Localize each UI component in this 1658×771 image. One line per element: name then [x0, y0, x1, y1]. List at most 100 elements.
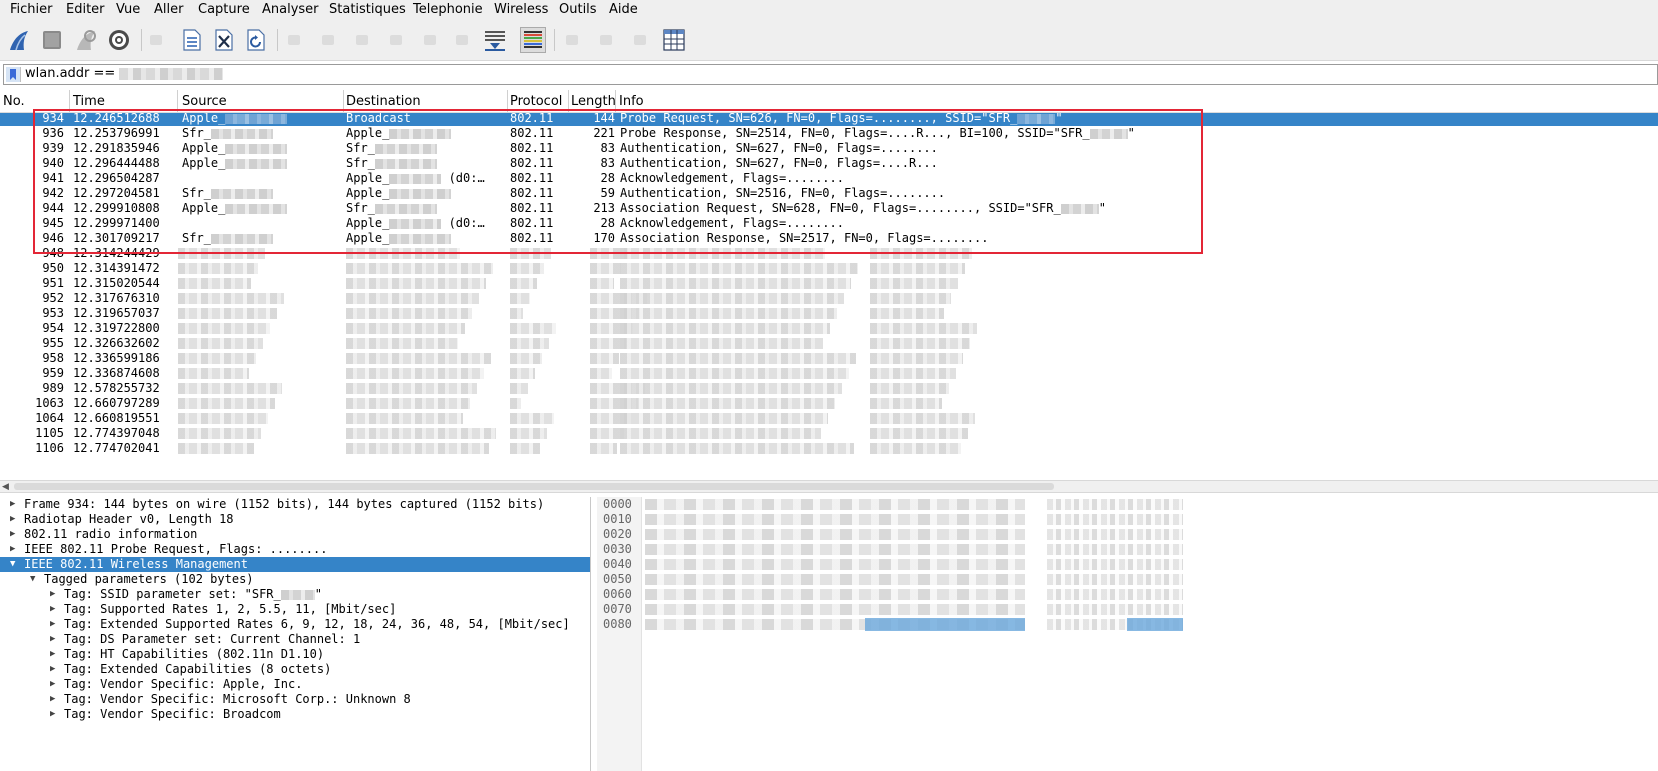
collapsed-arrow-icon[interactable]: ▶	[50, 602, 55, 617]
tree-item[interactable]: ▶ Tag: Extended Supported Rates 6, 9, 12,…	[0, 617, 590, 632]
bookmark-icon[interactable]	[6, 67, 21, 82]
packet-row[interactable]: 950 12.314391472	[0, 261, 1658, 276]
collapsed-arrow-icon[interactable]: ▶	[50, 617, 55, 632]
display-filter-input[interactable]: wlan.addr ==	[25, 66, 224, 81]
packet-number: 958	[42, 351, 64, 365]
tree-item[interactable]: ▶ Tag: Supported Rates 1, 2, 5.5, 11, [Mb…	[0, 602, 590, 617]
tree-item[interactable]: ▶ Tag: SSID parameter set: "SFR_ "	[0, 587, 590, 602]
packet-row[interactable]: 952 12.317676310	[0, 291, 1658, 306]
collapsed-arrow-icon[interactable]: ▶	[50, 632, 55, 647]
blurred-cell	[510, 428, 547, 439]
tree-item[interactable]: ▼ IEEE 802.11 Wireless Management	[0, 557, 590, 572]
collapsed-arrow-icon[interactable]: ▶	[50, 707, 55, 722]
display-filter-bar[interactable]: wlan.addr ==	[3, 64, 1658, 85]
packet-row[interactable]: 1064 12.660819551	[0, 411, 1658, 426]
expanded-arrow-icon[interactable]: ▼	[30, 572, 35, 587]
capture-options-icon[interactable]	[106, 27, 132, 53]
packet-row[interactable]: 1063 12.660797289	[0, 396, 1658, 411]
packet-bytes-pane[interactable]: 0000 0010 0020 0030 0040 0050 0060 0070 0080	[597, 497, 1658, 771]
collapsed-arrow-icon[interactable]: ▶	[50, 662, 55, 677]
disabled-zoom-out-icon	[600, 35, 612, 45]
auto-scroll-icon[interactable]	[482, 27, 508, 53]
tree-item[interactable]: ▶ Radiotap Header v0, Length 18	[0, 512, 590, 527]
collapsed-arrow-icon[interactable]: ▶	[10, 497, 15, 512]
tree-item[interactable]: ▶ Tag: DS Parameter set: Current Channel:…	[0, 632, 590, 647]
menu-telephonie[interactable]: Telephonie	[413, 2, 483, 17]
packet-row[interactable]: 953 12.319657037	[0, 306, 1658, 321]
collapsed-arrow-icon[interactable]: ▶	[50, 677, 55, 692]
bytes-row: 0050	[597, 572, 1658, 587]
packet-row[interactable]: 959 12.336874608	[0, 366, 1658, 381]
menu-outils[interactable]: Outils	[559, 2, 597, 17]
packet-row[interactable]: 958 12.336599186	[0, 351, 1658, 366]
blurred-cell	[346, 338, 458, 349]
packet-time: 12.660819551	[73, 411, 160, 425]
collapsed-arrow-icon[interactable]: ▶	[50, 647, 55, 662]
collapsed-arrow-icon[interactable]: ▶	[10, 527, 15, 542]
tree-item[interactable]: ▶ 802.11 radio information	[0, 527, 590, 542]
menu-editer[interactable]: Editer	[66, 2, 105, 17]
blurred-cell	[870, 428, 968, 439]
menu-wireless[interactable]: Wireless	[494, 2, 548, 17]
expanded-arrow-icon[interactable]: ▼	[10, 557, 15, 572]
collapsed-arrow-icon[interactable]: ▶	[50, 587, 55, 602]
tree-item[interactable]: ▶ Tag: Vendor Specific: Broadcom	[0, 707, 590, 722]
hex-bytes	[645, 529, 1025, 540]
menu-vue[interactable]: Vue	[116, 2, 140, 17]
resize-columns-icon[interactable]	[661, 27, 687, 53]
column-header-source[interactable]: Source	[182, 94, 227, 109]
ascii-bytes	[1047, 544, 1183, 555]
menu-statistiques[interactable]: Statistiques	[329, 2, 406, 17]
packet-row[interactable]: 951 12.315020544	[0, 276, 1658, 291]
tree-item[interactable]: ▶ Tag: Vendor Specific: Microsoft Corp.: …	[0, 692, 590, 707]
byte-offset: 0020	[603, 527, 632, 541]
stop-capture-icon[interactable]	[39, 27, 65, 53]
scroll-left-arrow-icon[interactable]: ◀	[2, 482, 9, 492]
column-header-time[interactable]: Time	[73, 94, 105, 109]
column-header-protocol[interactable]: Protocol	[510, 94, 562, 109]
tree-item[interactable]: ▶ Frame 934: 144 bytes on wire (1152 bits…	[0, 497, 590, 512]
blurred-cell	[870, 443, 961, 454]
disabled-first-icon	[424, 35, 436, 45]
reload-file-icon[interactable]	[243, 27, 269, 53]
shark-fin-start-icon[interactable]	[6, 27, 32, 53]
menu-fichier[interactable]: Fichier	[10, 2, 53, 17]
tree-item[interactable]: ▶ Tag: HT Capabilities (802.11n D1.10)	[0, 647, 590, 662]
packet-row[interactable]: 989 12.578255732	[0, 381, 1658, 396]
colorize-icon[interactable]	[520, 27, 546, 53]
tree-item[interactable]: ▶ Tag: Vendor Specific: Apple, Inc.	[0, 677, 590, 692]
column-header-length[interactable]: Length	[571, 94, 616, 109]
packet-row[interactable]: 1105 12.774397048	[0, 426, 1658, 441]
packet-list-horizontal-scrollbar[interactable]: ◀	[0, 480, 1658, 493]
menu-capture[interactable]: Capture	[198, 2, 250, 17]
close-file-icon[interactable]	[211, 27, 237, 53]
packet-number: 953	[42, 306, 64, 320]
restart-capture-icon[interactable]	[73, 27, 99, 53]
packet-row[interactable]: 1106 12.774702041	[0, 441, 1658, 456]
byte-offset: 0060	[603, 587, 632, 601]
tree-item[interactable]: ▶ IEEE 802.11 Probe Request, Flags: .....…	[0, 542, 590, 557]
packet-number: 959	[42, 366, 64, 380]
blurred-cell	[620, 443, 854, 454]
packet-row[interactable]: 954 12.319722800	[0, 321, 1658, 336]
packet-details-pane[interactable]: ▶ Frame 934: 144 bytes on wire (1152 bits…	[0, 497, 591, 771]
tree-item[interactable]: ▶ Tag: Extended Capabilities (8 octets)	[0, 662, 590, 677]
column-header-no[interactable]: No.	[3, 94, 25, 109]
disabled-zoom-reset-icon	[634, 35, 646, 45]
column-header-destination[interactable]: Destination	[346, 94, 421, 109]
menu-aller[interactable]: Aller	[154, 2, 183, 17]
column-header-info[interactable]: Info	[619, 94, 644, 109]
open-file-icon[interactable]	[179, 27, 205, 53]
scrollbar-thumb[interactable]	[14, 483, 1054, 490]
blurred-cell	[620, 413, 828, 424]
menu-aide[interactable]: Aide	[609, 2, 638, 17]
packet-number: 952	[42, 291, 64, 305]
red-annotation-box	[33, 109, 1203, 254]
collapsed-arrow-icon[interactable]: ▶	[10, 542, 15, 557]
collapsed-arrow-icon[interactable]: ▶	[10, 512, 15, 527]
collapsed-arrow-icon[interactable]: ▶	[50, 692, 55, 707]
menu-analyser[interactable]: Analyser	[262, 2, 319, 17]
packet-row[interactable]: 955 12.326632602	[0, 336, 1658, 351]
packet-number: 951	[42, 276, 64, 290]
tree-item[interactable]: ▼ Tagged parameters (102 bytes)	[0, 572, 590, 587]
